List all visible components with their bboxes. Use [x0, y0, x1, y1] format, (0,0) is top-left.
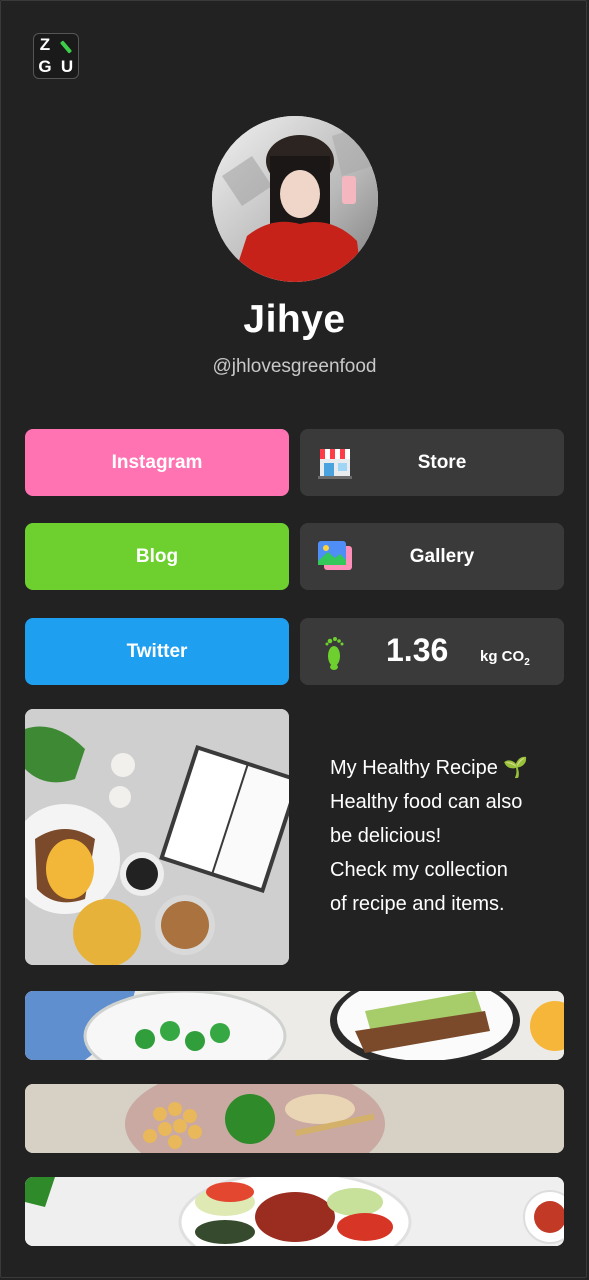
food-banner-2[interactable]: [25, 1084, 564, 1153]
logo-letter: Z: [39, 35, 51, 54]
blog-label: Blog: [135, 545, 179, 567]
carbon-footprint-card[interactable]: 1.36 kg CO2: [300, 618, 564, 685]
logo-letter: G: [38, 57, 52, 76]
logo-slash-icon: [56, 34, 78, 56]
feature-line: Healthy food can also: [330, 791, 523, 813]
feature-line: of recipe and items.: [330, 893, 505, 915]
zgu-logo[interactable]: Z G U: [33, 33, 79, 79]
food-photo-icon: [25, 1177, 564, 1246]
store-button[interactable]: Store: [300, 429, 564, 496]
food-photo-icon: [25, 991, 564, 1060]
food-photo-icon: [25, 1084, 564, 1153]
feature-line: My Healthy Recipe 🌱: [330, 757, 529, 779]
profile-handle: @jhlovesgreenfood: [212, 356, 377, 377]
gallery-icon: [318, 541, 352, 570]
profile-name: Jihye: [243, 298, 346, 341]
footprint-icon: [325, 637, 344, 670]
food-photo-icon: [25, 709, 289, 965]
logo-letter: U: [60, 57, 74, 76]
avatar: [212, 116, 378, 282]
food-banner-3[interactable]: [25, 1177, 564, 1246]
store-icon: [318, 449, 352, 479]
feature-line: Check my collection: [330, 859, 508, 881]
feature-line: be delicious!: [330, 825, 442, 847]
instagram-button[interactable]: Instagram: [25, 429, 289, 496]
store-label: Store: [417, 451, 467, 473]
twitter-button[interactable]: Twitter: [25, 618, 289, 685]
instagram-label: Instagram: [111, 451, 203, 473]
gallery-button[interactable]: Gallery: [300, 523, 564, 590]
food-banner-1[interactable]: [25, 991, 564, 1060]
recipe-feature-image[interactable]: [25, 709, 289, 965]
gallery-label: Gallery: [409, 545, 475, 567]
blog-button[interactable]: Blog: [25, 523, 289, 590]
footprint-unit: kg CO2: [480, 648, 530, 668]
footprint-value: 1.36: [386, 632, 449, 668]
avatar-photo-icon: [212, 116, 378, 282]
twitter-label: Twitter: [126, 640, 188, 662]
recipe-feature-text[interactable]: My Healthy Recipe 🌱 Healthy food can als…: [330, 751, 570, 921]
